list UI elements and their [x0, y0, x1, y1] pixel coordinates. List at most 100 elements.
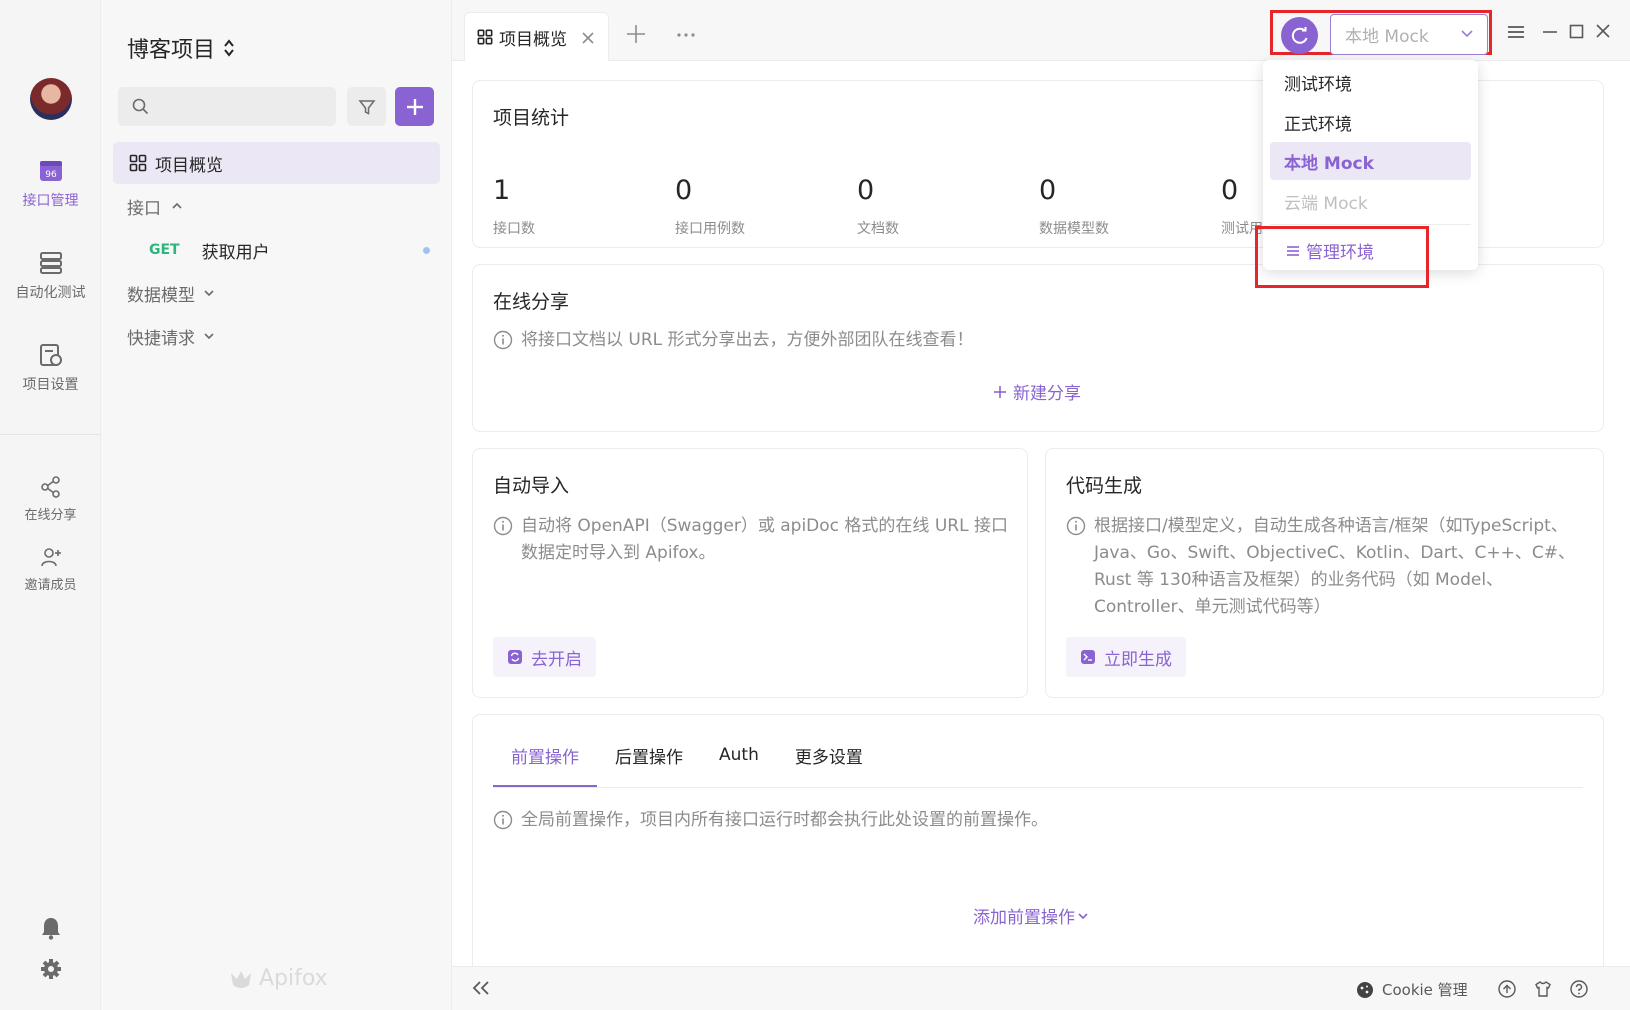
settings-hint-text: 全局前置操作，项目内所有接口运行时都会执行此处设置的前置操作。 — [521, 810, 1048, 830]
stat-docs: 0 文档数 — [857, 175, 899, 238]
tree-item-label: 获取用户 — [201, 242, 270, 263]
sync-icon — [1291, 26, 1307, 44]
automation-test-icon — [39, 252, 62, 274]
tab-auth[interactable]: Auth — [701, 729, 777, 781]
tab-post-operations[interactable]: 后置操作 — [597, 729, 701, 781]
codegen-title: 代码生成 — [1066, 475, 1143, 497]
stat-value: 0 — [857, 175, 875, 206]
generate-code-button[interactable]: 立即生成 — [1066, 637, 1186, 677]
stat-interfaces: 1 接口数 — [493, 175, 535, 238]
tab-pre-operations[interactable]: 前置操作 — [493, 729, 597, 787]
tree-item-data-models[interactable]: 数据模型 — [113, 272, 440, 314]
new-share-link[interactable]: 新建分享 — [993, 379, 1081, 404]
stat-label: 接口数 — [493, 221, 535, 237]
filter-icon — [357, 99, 376, 115]
env-option-production[interactable]: 正式环境 — [1270, 103, 1471, 141]
minimize-icon[interactable] — [1542, 30, 1558, 34]
rail-item-invite-member[interactable]: 邀请成员 — [0, 546, 101, 593]
gear-icon[interactable] — [40, 958, 62, 980]
left-rail: 96 接口管理 自动化测试 项目设置 在线分享 邀请成员 — [0, 0, 101, 1010]
env-sync-button[interactable] — [1281, 17, 1318, 54]
rail-divider — [0, 434, 101, 435]
tab-more-settings[interactable]: 更多设置 — [777, 729, 881, 781]
rail-item-automation-test[interactable]: 自动化测试 — [0, 250, 101, 302]
auto-import-title: 自动导入 — [493, 475, 570, 497]
tab-project-overview[interactable]: 项目概览 — [464, 12, 609, 61]
avatar[interactable] — [30, 78, 72, 120]
rail-item-project-settings[interactable]: 项目设置 — [0, 342, 101, 394]
auto-import-hint: 自动将 OpenAPI（Swagger）或 apiDoc 格式的在线 URL 接… — [493, 513, 1013, 567]
tabs-divider — [493, 787, 1583, 788]
shirt-theme-icon[interactable] — [1534, 980, 1552, 998]
settings-card: 前置操作 后置操作 Auth 更多设置 全局前置操作，项目内所有接口运行时都会执… — [472, 714, 1604, 976]
sync-small-icon — [508, 650, 522, 664]
stat-value: 0 — [1039, 175, 1057, 206]
tree-item-project-overview[interactable]: 项目概览 — [113, 142, 440, 184]
filter-button[interactable] — [347, 87, 386, 126]
tree-item-get-user[interactable]: GET 获取用户 — [113, 229, 440, 271]
settings-tabs: 前置操作 后置操作 Auth 更多设置 — [493, 729, 881, 787]
codegen-hint-text: 根据接口/模型定义，自动生成各种语言/框架（如TypeScript、Java、G… — [1094, 516, 1575, 617]
chevron-down-icon — [204, 333, 214, 340]
tree-item-interfaces[interactable]: 接口 — [113, 185, 440, 227]
status-bar: Cookie 管理 — [452, 966, 1630, 1010]
collapse-sidebar-icon[interactable] — [472, 981, 490, 995]
rail-item-api-management[interactable]: 96 接口管理 — [0, 158, 101, 210]
rail-item-share[interactable]: 在线分享 — [0, 476, 101, 523]
manage-env-link[interactable]: 管理环境 — [1286, 238, 1374, 263]
env-selected-value: 本地 Mock — [1345, 27, 1429, 47]
codegen-hint: 根据接口/模型定义，自动生成各种语言/框架（如TypeScript、Java、G… — [1066, 513, 1588, 621]
project-selector[interactable]: 博客项目 — [127, 32, 235, 64]
enable-auto-import-label: 去开启 — [531, 649, 582, 670]
share-title: 在线分享 — [493, 291, 570, 313]
chevron-up-icon — [172, 202, 182, 209]
share-hint: 将接口文档以 URL 形式分享出去，方便外部团队在线查看！ — [493, 327, 974, 354]
list-icon — [1287, 245, 1299, 256]
tab-label: 项目概览 — [499, 29, 567, 50]
env-option-local-mock[interactable]: 本地 Mock — [1270, 142, 1471, 180]
api-badge: 96 — [45, 170, 57, 180]
add-button[interactable] — [395, 87, 434, 126]
grid-icon — [477, 29, 493, 45]
share-card: 在线分享 将接口文档以 URL 形式分享出去，方便外部团队在线查看！ 新建分享 — [472, 264, 1604, 432]
rail-label: 接口管理 — [22, 193, 79, 209]
add-pre-operation-link[interactable]: 添加前置操作 — [973, 903, 1089, 928]
invite-member-icon — [40, 548, 61, 567]
enable-auto-import-button[interactable]: 去开启 — [493, 637, 596, 677]
stat-label: 文档数 — [857, 221, 899, 237]
generate-code-label: 立即生成 — [1104, 649, 1172, 670]
tree-item-quick-requests[interactable]: 快捷请求 — [113, 315, 440, 357]
plus-icon — [406, 98, 423, 115]
apifox-logo-text: Apifox — [259, 966, 328, 991]
stat-value: 0 — [1221, 175, 1239, 206]
maximize-icon[interactable] — [1569, 24, 1584, 39]
new-share-label: 新建分享 — [1013, 384, 1081, 404]
env-option-test[interactable]: 测试环境 — [1270, 63, 1471, 101]
help-icon[interactable] — [1570, 980, 1588, 998]
rail-label: 自动化测试 — [15, 285, 86, 301]
new-tab-plus-icon[interactable] — [626, 24, 646, 44]
cookie-manager-button[interactable]: Cookie 管理 — [1356, 979, 1468, 1000]
stat-label: 接口用例数 — [675, 221, 745, 237]
bell-icon[interactable] — [40, 916, 62, 940]
terminal-icon — [1081, 650, 1095, 664]
window-close-icon[interactable] — [1595, 23, 1611, 39]
cookie-icon — [1357, 981, 1373, 998]
sidebar: 博客项目 项目概览 接口 GET 获取用户 数据模型 快捷请求 Apifox — [101, 0, 452, 1010]
search-input[interactable] — [118, 87, 336, 126]
plus-icon — [994, 385, 1006, 398]
env-select[interactable]: 本地 Mock — [1330, 14, 1488, 55]
apifox-logo-icon — [231, 970, 251, 988]
upload-icon[interactable] — [1498, 980, 1516, 998]
info-icon — [1066, 516, 1086, 536]
menu-button[interactable] — [1496, 13, 1536, 51]
auto-import-hint-text: 自动将 OpenAPI（Swagger）或 apiDoc 格式的在线 URL 接… — [521, 516, 1008, 563]
settings-hint: 全局前置操作，项目内所有接口运行时都会执行此处设置的前置操作。 — [493, 807, 1048, 834]
http-method-badge: GET — [149, 242, 180, 258]
chevron-down-icon — [1461, 30, 1473, 38]
rail-label: 在线分享 — [24, 508, 77, 523]
env-option-cloud-mock: 云端 Mock — [1284, 193, 1368, 214]
status-dot — [423, 247, 430, 254]
more-horizontal-icon[interactable] — [676, 32, 696, 38]
close-icon[interactable] — [580, 30, 596, 46]
